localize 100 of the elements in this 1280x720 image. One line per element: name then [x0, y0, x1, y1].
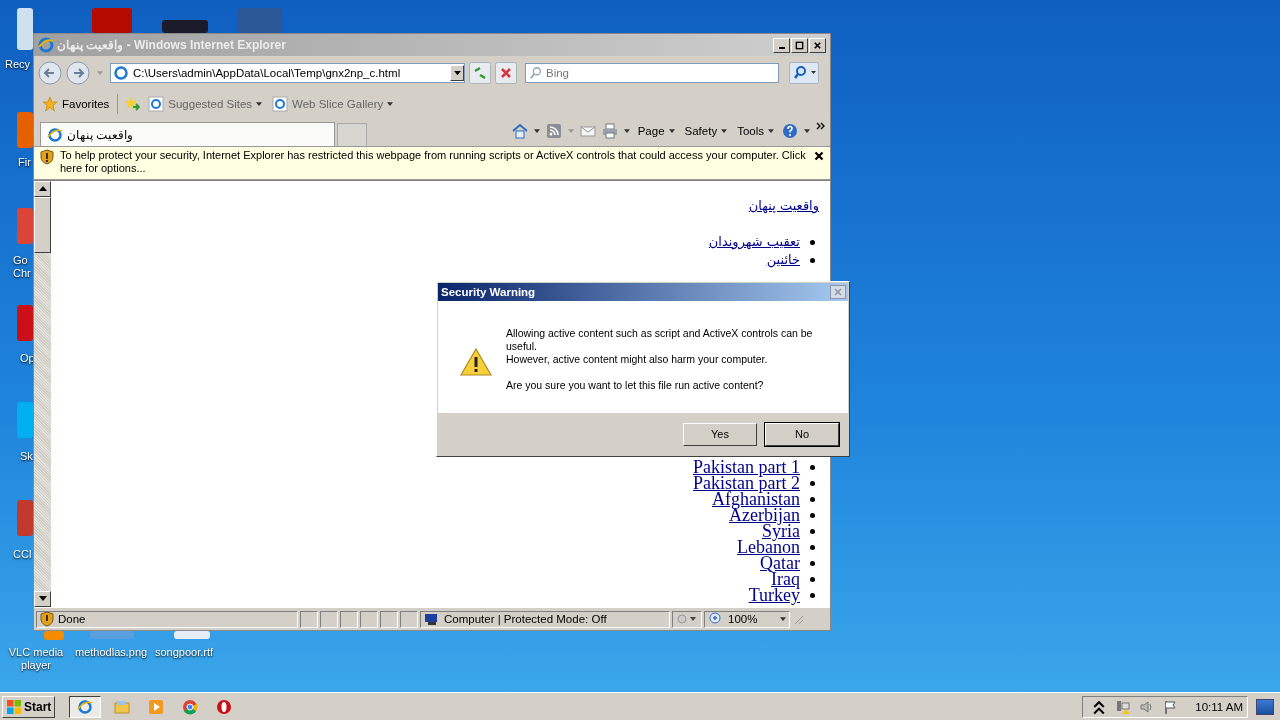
browser-tab[interactable]: واقعیت پنهان — [40, 122, 335, 146]
dropdown-button[interactable] — [450, 65, 464, 81]
scroll-down-button[interactable] — [34, 591, 51, 607]
favorites-link[interactable]: Web Slice Gallery — [270, 96, 396, 112]
caret-icon — [768, 128, 774, 134]
list-link[interactable]: Pakistan part 1 — [693, 459, 800, 475]
menu-button[interactable]: Safety — [682, 125, 730, 137]
bullet-icon — [810, 496, 815, 502]
home-icon[interactable] — [511, 123, 528, 139]
minimize-button[interactable] — [773, 37, 790, 53]
start-button[interactable]: Start — [2, 695, 56, 718]
list-link[interactable]: Azerbijan — [729, 507, 800, 523]
menu-button[interactable]: Tools — [735, 125, 776, 137]
list-link[interactable]: Lebanon — [737, 539, 800, 555]
status-text: Done — [58, 613, 86, 625]
caret-icon[interactable] — [533, 128, 540, 134]
browser-logo-icon — [182, 698, 199, 715]
dialog-message: However, active content might also harm your computer. — [506, 353, 769, 366]
bullet-icon — [810, 576, 815, 582]
stop-button[interactable] — [495, 62, 517, 84]
security-message: To help protect your security, Internet Explorer has restricted this webpage from running scripts or ActiveX controls that could access your computer. Click here for options... — [60, 149, 807, 175]
forward-button[interactable] — [66, 61, 90, 85]
refresh-button[interactable] — [469, 62, 491, 84]
star-icon — [42, 96, 58, 112]
dialog-title: Security Warning — [441, 286, 537, 298]
bullet-icon — [810, 592, 815, 598]
list-link[interactable]: خائنین — [766, 251, 800, 269]
page-icon — [47, 126, 63, 143]
network-icon[interactable] — [1115, 698, 1132, 715]
caret-icon[interactable] — [804, 128, 810, 134]
show-desktop-button[interactable] — [1256, 698, 1274, 715]
dialog-button[interactable]: Yes — [683, 422, 757, 446]
status-pane[interactable]: Computer | Protected Mode: Off — [420, 610, 670, 628]
dialog-question: Are you sure you want to let this file run active content? — [506, 379, 765, 392]
caret-icon — [780, 616, 786, 622]
desktop-icon-label[interactable]: Fir — [18, 156, 31, 169]
back-button[interactable] — [38, 61, 62, 85]
add-favorite-icon[interactable] — [124, 96, 141, 112]
status-pane[interactable] — [672, 610, 702, 628]
windows-logo-icon — [6, 698, 22, 715]
chevron-icon[interactable] — [816, 122, 826, 130]
resize-grip-icon[interactable] — [792, 613, 804, 625]
caret-icon[interactable] — [623, 128, 630, 134]
information-bar[interactable]: To help protect your security, Internet Explorer has restricted this webpage from running scripts or ActiveX controls that could access your computer. Click here for options... — [34, 146, 830, 180]
mail-icon[interactable] — [579, 123, 596, 139]
browser-logo-icon — [38, 37, 54, 53]
monitor-icon — [424, 611, 440, 627]
address-field[interactable]: C:\Users\admin\AppData\Local\Temp\gnx2np_c.html — [110, 63, 465, 83]
desktop-icon-label[interactable]: Go Chr — [13, 254, 31, 280]
browser-logo-icon — [77, 698, 94, 715]
bullet-icon — [810, 239, 815, 245]
browser-logo-icon — [216, 698, 233, 715]
warning-icon — [460, 347, 492, 377]
maximize-button[interactable] — [791, 37, 808, 53]
protected-mode-icon — [676, 613, 698, 625]
status-pane — [300, 610, 318, 628]
down-arrow-icon — [38, 596, 47, 602]
menu-button[interactable]: Page — [635, 125, 677, 137]
status-pane — [360, 610, 378, 628]
browser-taskbar-icon[interactable] — [69, 695, 102, 718]
search-field[interactable]: Bing — [525, 63, 779, 83]
list-link[interactable]: Iraq — [771, 571, 800, 587]
status-pane — [380, 610, 398, 628]
list-link[interactable]: Qatar — [760, 555, 800, 571]
status-pane — [400, 610, 418, 628]
maximize-icon — [795, 40, 804, 50]
page-icon — [113, 65, 129, 81]
close-icon[interactable] — [814, 151, 824, 161]
scrollbar[interactable] — [34, 181, 51, 607]
feed-icon[interactable] — [545, 123, 562, 139]
printer-icon[interactable] — [601, 123, 618, 139]
up-arrow-icon — [38, 186, 47, 192]
zoom-button[interactable]: 100% — [704, 610, 790, 628]
bullet-icon — [810, 560, 815, 566]
scroll-up-button[interactable] — [34, 181, 51, 197]
list-link[interactable]: Turkey — [748, 587, 800, 603]
zoom-icon — [708, 611, 724, 627]
bullet-icon — [810, 544, 815, 550]
list-link[interactable]: تعقیب شهروندان — [708, 233, 800, 251]
dialog-button[interactable]: No — [765, 422, 839, 446]
help-icon[interactable] — [782, 123, 798, 139]
desktop-icon-label[interactable]: Recy — [5, 58, 31, 71]
shield-icon — [40, 611, 54, 627]
list-link[interactable]: Syria — [762, 523, 800, 539]
bullet-icon — [810, 480, 815, 486]
clock[interactable]: 10:11 AM — [1195, 700, 1243, 713]
caret-icon — [668, 128, 675, 134]
page-heading-link[interactable]: واقعیت پنهان — [748, 197, 819, 215]
tab-label: واقعیت پنهان — [67, 127, 134, 142]
list-link[interactable]: Afghanistan — [712, 491, 800, 507]
caret-icon — [387, 101, 394, 107]
close-icon — [813, 40, 822, 50]
favorites-button[interactable]: Favorites — [40, 96, 112, 112]
shield-icon — [40, 149, 54, 165]
search-icon — [529, 66, 543, 80]
desktop-icon-label[interactable]: Sk — [20, 450, 33, 463]
favorites-link[interactable]: Suggested Sites — [146, 96, 265, 112]
scroll-thumb[interactable] — [34, 197, 51, 253]
bullet-icon — [810, 464, 815, 470]
search-button[interactable] — [789, 62, 819, 84]
